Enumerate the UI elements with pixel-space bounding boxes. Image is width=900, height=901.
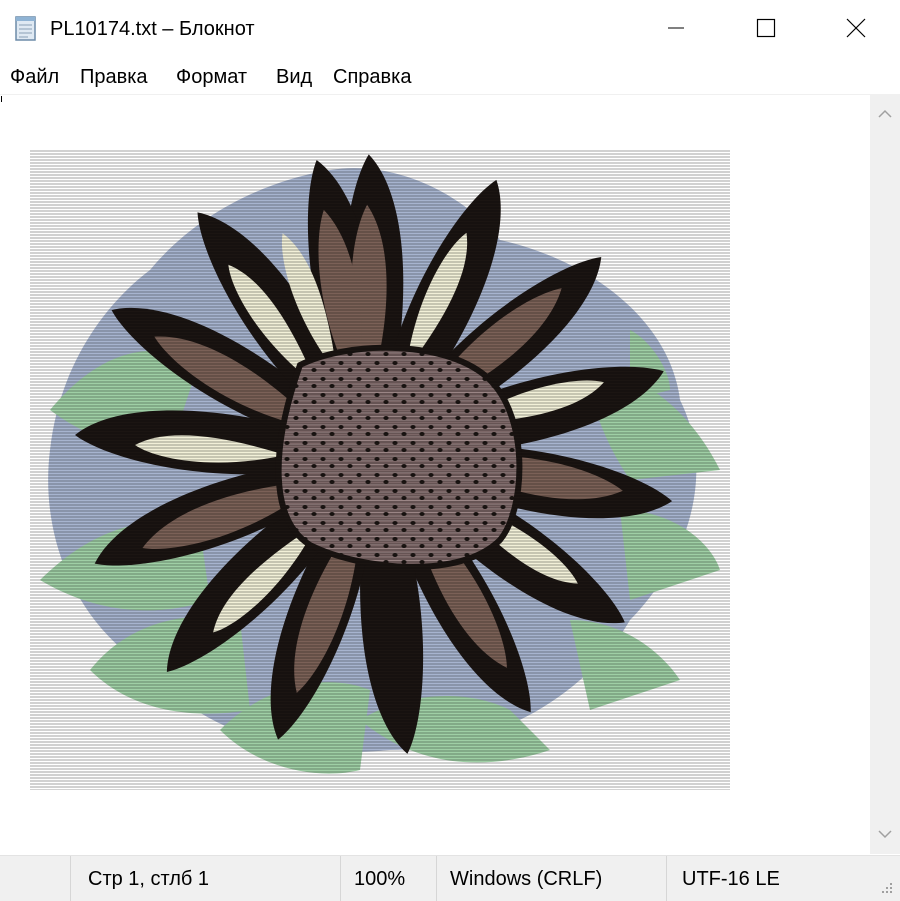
resize-grip-icon[interactable] [880,881,894,895]
menu-format[interactable]: Формат [176,64,247,90]
status-divider [340,856,341,901]
chevron-down-icon [878,826,892,844]
status-divider [666,856,667,901]
menu-help[interactable]: Справка [333,64,411,90]
cursor-position: Стр 1, стлб 1 [88,868,210,890]
scroll-up-button[interactable] [870,100,900,130]
vertical-scrollbar[interactable] [870,94,900,854]
scanline-overlay [30,150,730,790]
notepad-icon [14,14,38,42]
scroll-down-button[interactable] [870,820,900,850]
maximize-icon [756,18,776,38]
status-bar: Стр 1, стлб 1 100% Windows (CRLF) UTF-16… [0,855,900,901]
menu-view[interactable]: Вид [276,64,312,90]
zoom-level: 100% [354,868,406,890]
minimize-icon [666,18,686,38]
text-caret [1,96,2,102]
close-button[interactable] [810,0,900,56]
line-endings: Windows (CRLF) [450,868,603,890]
menu-edit[interactable]: Правка [80,64,148,90]
encoding: UTF-16 LE [682,868,780,890]
window-title: PL10174.txt – Блокнот [50,18,255,40]
sunflower-ascii-art [30,150,730,790]
title-bar: PL10174.txt – Блокнот [0,0,900,56]
minimize-button[interactable] [630,0,722,56]
maximize-button[interactable] [720,0,812,56]
menu-bar: Файл Правка Формат Вид Справка [0,60,900,94]
status-divider [70,856,71,901]
status-divider [436,856,437,901]
menu-file[interactable]: Файл [10,64,59,90]
chevron-up-icon [878,106,892,124]
close-icon [845,17,867,39]
